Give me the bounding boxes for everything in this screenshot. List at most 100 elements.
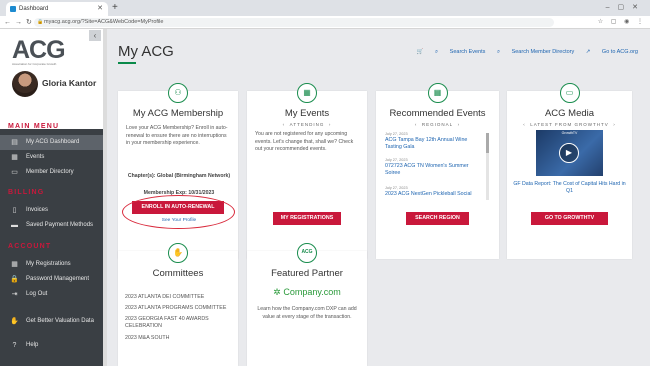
calendar-star-icon: ▦ [427,83,448,103]
title-underline [118,62,136,64]
sidebar-item-label: My ACG Dashboard [26,139,80,145]
search-directory-link[interactable]: ⌕ Search Member Directory [497,49,574,55]
sidebar-item-payment-methods[interactable]: ▬ Saved Payment Methods [0,218,103,233]
committees-card: ✋ Committees 2023 ATLANTA DEI COMMITTEE … [118,243,238,366]
sidebar-item-password[interactable]: 🔒 Password Management [0,272,103,287]
event-link[interactable]: 072723 ACG TN Women's Summer Soiree [385,163,480,177]
main-menu-heading: MAIN MENU [8,123,60,130]
sidebar-item-logout[interactable]: ⇥ Log Out [0,287,103,302]
events-scrollbar[interactable] [486,133,489,200]
sidebar-item-label: Invoices [26,207,49,213]
partner-logo-text: Company.com [283,287,341,297]
committee-item: 2023 M&A SOUTH [125,335,170,341]
video-thumbnail[interactable]: GrowthTV ▶ [536,130,603,176]
browser-tab-bar: Dashboard ✕ + ‒▢✕ [0,0,650,16]
featured-partner-card: ACG Featured Partner ✲ Company.com Learn… [247,243,367,366]
calendar-icon: ▦ [297,83,317,103]
extension-icons[interactable]: ☆ ▢ ◉ ⋮ [598,18,646,27]
header-links: 🛒 ⌕ Search Events ⌕ Search Member Direct… [407,49,638,56]
acg-media-card: ▭ ACG Media ‹ LATEST FROM GROWTHTV › Gro… [507,83,632,259]
monitor-icon: ▭ [559,83,580,103]
my-events-card: ▦ My Events ‹ ATTENDING › You are not re… [247,83,367,259]
handshake-icon: ✋ [10,318,19,325]
sidebar-item-label: Member Directory [26,169,74,175]
handshake-icon: ✋ [168,243,188,263]
video-badge: GrowthTV [561,131,578,135]
media-filter[interactable]: ‹ LATEST FROM GROWTHTV › [507,122,632,127]
link-label: Search Member Directory [511,49,575,55]
membership-icon: ⚇ [168,83,188,103]
go-to-acg-link[interactable]: ↗ Go to ACG.org [586,49,638,55]
main-content: My ACG 🛒 ⌕ Search Events ⌕ Search Member… [107,29,650,366]
dashboard-icon: ▤ [11,139,18,146]
acg-logo[interactable]: ACG [12,36,66,65]
help-icon: ? [12,342,17,349]
sidebar-item-dashboard[interactable]: ▤ My ACG Dashboard [0,135,103,150]
play-icon[interactable]: ▶ [559,143,579,163]
card-title: Committees [152,268,204,279]
logout-icon: ⇥ [11,291,18,298]
sidebar-item-label: Get Better Valuation Data [26,318,94,324]
new-tab-icon[interactable]: + [112,1,118,15]
event-link[interactable]: 2023 ACG NextGen Pickleball Social [385,191,480,198]
sidebar-item-help[interactable]: ? Help [0,338,103,353]
search-events-link[interactable]: ⌕ Search Events [435,49,485,55]
collapse-sidebar-button[interactable]: ‹ [89,30,101,41]
sidebar-item-invoices[interactable]: ▯ Invoices [0,203,103,218]
committee-item: 2023 ATLANTA PROGRAMS COMMITTEE [125,305,227,311]
close-tab-icon[interactable]: ✕ [97,2,103,16]
events-filter[interactable]: ‹ ATTENDING › [247,122,367,127]
card-title: Recommended Events [389,108,486,119]
cart-icon[interactable]: 🛒 [417,49,424,55]
link-label: Go to ACG.org [601,49,638,55]
sidebar-item-events[interactable]: ▦ Events [0,150,103,165]
partner-body: Learn how the Company.com DXP can add va… [257,306,357,320]
region-filter[interactable]: ‹ REGIONAL › [376,122,499,127]
recommended-events-card: ▦ Recommended Events ‹ REGIONAL › July 2… [376,83,499,259]
sidebar-item-label: Password Management [26,276,90,282]
billing-heading: BILLING [8,189,45,196]
card-title: My ACG Membership [132,108,224,119]
my-events-body: You are not registered for any upcoming … [255,131,354,152]
credit-card-icon: ▬ [11,222,18,229]
sidebar: ACG Association for Corporate Growth ‹ G… [0,29,103,366]
partner-logo[interactable]: ✲ Company.com [247,287,367,298]
filter-label: LATEST FROM GROWTHTV [530,122,609,127]
event-date: July 27, 2023 [385,186,408,190]
sidebar-item-label: Log Out [26,291,48,297]
browser-tab[interactable]: Dashboard ✕ [6,2,108,16]
search-region-button[interactable]: SEARCH REGION [406,212,469,225]
sidebar-item-registrations[interactable]: ▦ My Registrations [0,257,103,272]
membership-chapter: Chapter(s): Global (Birmingham Network) [127,173,231,179]
lock-icon: 🔒 [37,19,44,25]
logo-tagline: Association for Corporate Growth [12,62,57,66]
document-icon: ▯ [12,207,17,214]
link-label: Search Events [449,49,486,55]
sidebar-item-valuation[interactable]: ✋ Get Better Valuation Data [0,314,103,329]
card-title: My Events [284,108,330,119]
window-controls[interactable]: ‒▢✕ [606,1,646,15]
sidebar-item-directory[interactable]: ▭ Member Directory [0,165,103,180]
url-text: myacg.acg.org/?Site=ACG&WebCode=MyProfil… [44,19,164,25]
sidebar-item-label: My Registrations [26,261,71,267]
committee-item: 2023 GEORGIA FAST 40 AWARDS CELEBRATION [125,316,209,329]
my-registrations-button[interactable]: MY REGISTRATIONS [273,212,341,225]
sidebar-header: ACG Association for Corporate Growth ‹ G… [0,29,103,129]
calendar-check-icon: ▦ [11,261,18,268]
event-link[interactable]: ACG Tampa Bay 12th Annual Wine Tasting G… [385,137,480,151]
acg-badge-icon: ACG [297,243,317,263]
url-field[interactable]: 🔒 myacg.acg.org/?Site=ACG&WebCode=MyProf… [34,18,554,27]
sidebar-item-label: Events [26,154,45,160]
card-title: Featured Partner [271,268,343,279]
video-caption-link[interactable]: GF Data Report: The Cost of Capital Hits… [511,181,628,195]
address-bar: ←→↻ 🔒 myacg.acg.org/?Site=ACG&WebCode=My… [0,16,650,29]
committee-item: 2023 ATLANTA DEI COMMITTEE [125,294,205,300]
lock-icon: 🔒 [10,276,19,283]
nav-buttons[interactable]: ←→↻ [4,17,36,28]
tab-title: Dashboard [19,6,49,12]
highlight-ellipse [122,195,235,229]
user-name: Gloria Kantor [42,78,97,88]
go-to-growthtv-button[interactable]: GO TO GROWTHTV [531,212,608,225]
sidebar-item-label: Saved Payment Methods [26,222,94,228]
membership-body: Love your ACG Membership? Enroll in auto… [126,125,228,146]
